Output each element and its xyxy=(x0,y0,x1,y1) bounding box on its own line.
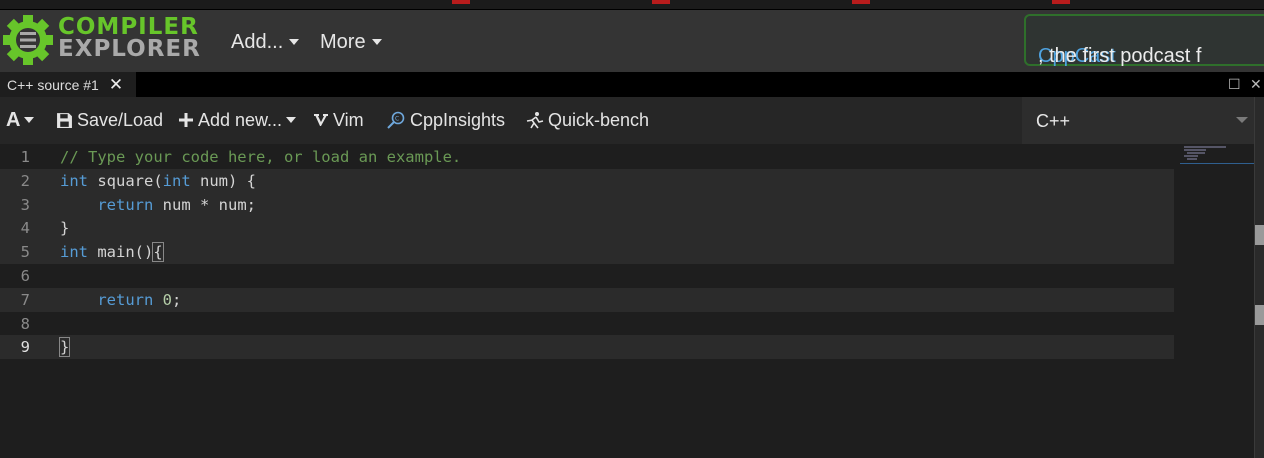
navbar: COMPILER EXPLORER Add... More CppCast, t… xyxy=(0,10,1264,72)
logo-text: COMPILER EXPLORER xyxy=(58,14,201,62)
scrollbar-thumb[interactable] xyxy=(1255,225,1264,245)
code-editor[interactable]: 1 // Type your code here, or load an exa… xyxy=(0,145,1254,458)
tab-marker xyxy=(852,0,870,4)
line-number: 9 xyxy=(20,338,30,356)
logo-line-explorer: EXPLORER xyxy=(58,36,201,62)
code-text: return num * num; xyxy=(97,195,256,214)
logo-line-compiler: COMPILER xyxy=(58,14,199,40)
caret-down-icon xyxy=(24,117,35,123)
runner-icon xyxy=(526,112,544,129)
code-text: // Type your code here, or load an examp… xyxy=(60,148,462,166)
save-load-button[interactable]: Save/Load xyxy=(56,109,163,131)
line-number: 6 xyxy=(20,267,30,285)
save-load-label: Save/Load xyxy=(77,110,164,130)
line-number: 5 xyxy=(20,243,30,261)
compiler-explorer-logo[interactable]: COMPILER EXPLORER xyxy=(0,14,205,70)
line-number: 7 xyxy=(20,291,30,309)
pane-tab-bar: C++ source #1 ✕ ☐ ✕ xyxy=(0,72,1264,97)
browser-top-strip xyxy=(0,0,1264,10)
minimap[interactable] xyxy=(1180,145,1254,164)
tab-marker xyxy=(652,0,670,4)
caret-down-icon xyxy=(289,39,300,45)
language-select[interactable]: C++ xyxy=(1022,97,1264,144)
editor-scrollbar[interactable] xyxy=(1254,97,1264,458)
save-icon xyxy=(57,112,72,128)
font-size-button[interactable]: A xyxy=(6,109,35,131)
add-new-label: Add new... xyxy=(198,110,283,130)
tab-title: C++ source #1 xyxy=(7,76,99,93)
quick-bench-label: Quick-bench xyxy=(548,110,650,130)
vim-icon xyxy=(314,114,328,126)
scrollbar-thumb[interactable] xyxy=(1255,305,1264,325)
vim-label: Vim xyxy=(333,110,364,130)
cppinsights-icon: C xyxy=(387,111,405,129)
code-line: 2 int square(int num) { xyxy=(0,169,1174,193)
code-line: 8 xyxy=(0,312,1174,336)
text-cursor xyxy=(69,338,71,357)
code-line: 5 int main(){ xyxy=(0,240,1174,264)
code-text: } xyxy=(58,337,71,357)
tab-marker xyxy=(1052,0,1070,4)
more-menu-label: More xyxy=(320,31,366,53)
svg-text:C: C xyxy=(395,116,399,123)
podcast-banner[interactable]: CppCast, the first podcast f xyxy=(1024,14,1264,67)
code-text: int square(int num) { xyxy=(60,172,256,190)
code-line: 3 return num * num; xyxy=(0,192,1174,217)
code-line: 1 // Type your code here, or load an exa… xyxy=(0,145,1174,169)
vim-toggle[interactable]: Vim xyxy=(313,109,364,131)
plus-icon xyxy=(179,113,193,127)
code-line: 9 } xyxy=(0,335,1174,359)
code-text: } xyxy=(60,219,70,237)
add-new-button[interactable]: Add new... xyxy=(178,109,297,131)
podcast-rest: , the first podcast f xyxy=(1038,45,1202,67)
tab-cpp-source-1[interactable]: C++ source #1 ✕ xyxy=(0,72,136,97)
close-tab-icon[interactable]: ✕ xyxy=(109,75,123,95)
language-value: C++ xyxy=(1036,111,1071,131)
line-number: 8 xyxy=(20,314,30,333)
code-line: 7 return 0; xyxy=(0,288,1174,312)
tab-marker xyxy=(452,0,470,4)
cppinsights-label: CppInsights xyxy=(410,110,506,130)
gear-logo-icon xyxy=(3,15,53,65)
caret-down-icon xyxy=(371,39,382,45)
font-icon: A xyxy=(6,109,21,131)
line-number: 3 xyxy=(20,195,30,214)
chevron-down-icon xyxy=(1236,117,1248,123)
quick-bench-button[interactable]: Quick-bench xyxy=(524,109,649,131)
cppinsights-button[interactable]: C CppInsights xyxy=(386,109,505,131)
code-line: 6 xyxy=(0,264,1174,288)
close-pane-icon[interactable]: ✕ xyxy=(1250,76,1262,93)
line-number: 2 xyxy=(20,172,30,190)
code-line: 4 } xyxy=(0,216,1174,240)
add-menu-label: Add... xyxy=(231,31,284,53)
add-menu[interactable]: Add... xyxy=(231,30,300,54)
maximize-icon[interactable]: ☐ xyxy=(1228,76,1241,93)
caret-down-icon xyxy=(286,117,297,123)
line-number: 1 xyxy=(20,148,30,166)
code-text: int main(){ xyxy=(60,242,164,262)
line-number: 4 xyxy=(20,219,30,237)
code-text: return 0; xyxy=(97,291,182,309)
more-menu[interactable]: More xyxy=(320,30,382,54)
